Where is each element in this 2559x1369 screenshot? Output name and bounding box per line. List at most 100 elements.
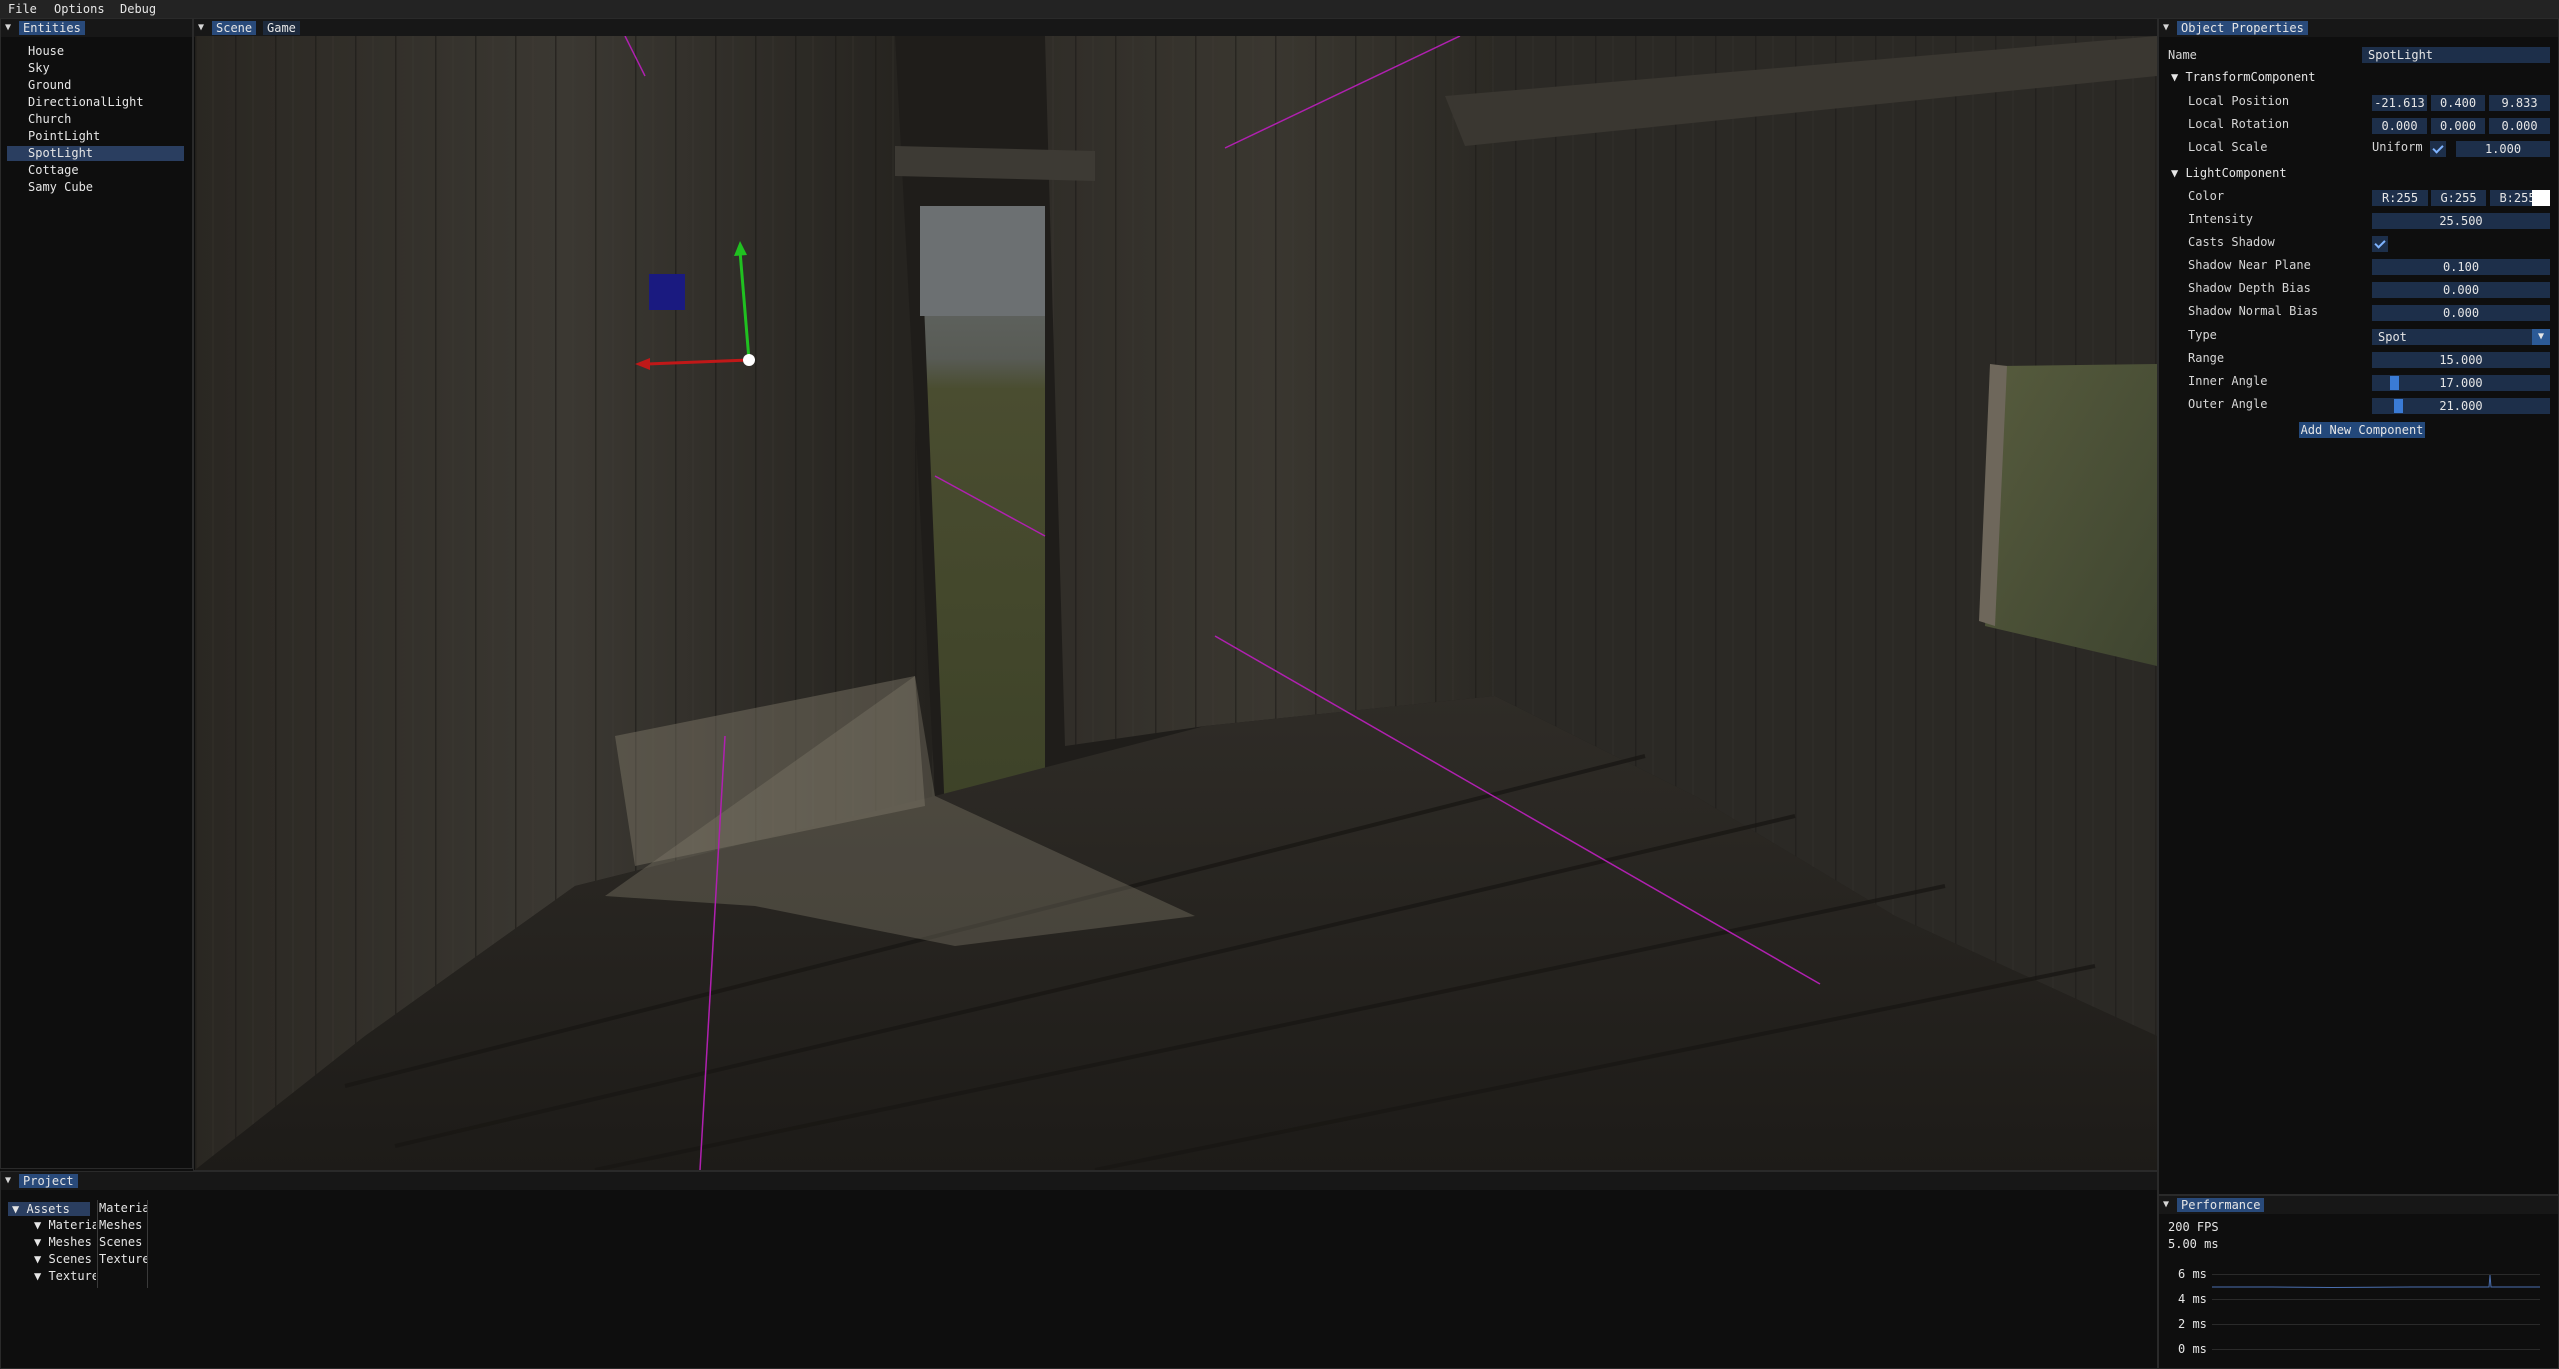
gizmo-z-handle[interactable] <box>649 274 685 310</box>
tab-scene[interactable]: Scene <box>212 21 257 35</box>
inner-angle-slider-grab[interactable] <box>2390 376 2399 390</box>
range-field[interactable]: 15.000 <box>2372 352 2550 368</box>
color-g-field[interactable]: G:255 <box>2431 190 2486 206</box>
uniform-label: Uniform <box>2372 140 2423 154</box>
outer-angle-value: 21.000 <box>2439 399 2483 413</box>
tree-meshes-label: Meshes <box>48 1235 92 1249</box>
shadow-near-plane-label: Shadow Near Plane <box>2188 258 2311 272</box>
scene-render[interactable] <box>195 36 2157 1170</box>
local-scale-field[interactable]: 1.000 <box>2456 141 2550 157</box>
intensity-field[interactable]: 25.500 <box>2372 213 2550 229</box>
tree-textures-label: Texture <box>48 1269 96 1283</box>
menu-bar: File Options Debug <box>0 0 2559 18</box>
entity-sky[interactable]: Sky <box>28 61 50 75</box>
shadow-normal-bias-label: Shadow Normal Bias <box>2188 304 2319 318</box>
local-scale-label: Local Scale <box>2188 140 2268 154</box>
color-r-field[interactable]: R:255 <box>2372 190 2428 206</box>
transform-component-header[interactable]: ▼ TransformComponent <box>2171 70 2316 84</box>
entities-tab[interactable]: Entities <box>19 21 85 35</box>
gizmo-origin[interactable] <box>743 354 755 366</box>
shadow-near-plane-field[interactable]: 0.100 <box>2372 259 2550 275</box>
entity-church[interactable]: Church <box>28 112 71 126</box>
outer-angle-label: Outer Angle <box>2188 397 2268 411</box>
graph-label-0ms: 0 ms <box>2178 1342 2207 1356</box>
inner-angle-value: 17.000 <box>2439 376 2483 390</box>
tree-assets[interactable]: ▼ Assets <box>12 1202 70 1216</box>
inner-angle-slider[interactable]: 17.000 <box>2372 375 2550 391</box>
tree-meshes[interactable]: ▼ Meshes <box>34 1235 92 1249</box>
properties-titlebar: ▼ Object Properties <box>2159 19 2558 37</box>
range-label: Range <box>2188 351 2225 365</box>
scene-titlebar: ▼ Scene Game <box>194 19 2157 37</box>
folder-textures[interactable]: Texture <box>99 1252 147 1266</box>
scene-viewport[interactable] <box>195 36 2157 1170</box>
chevron-down-icon[interactable]: ▼ <box>2532 329 2550 345</box>
project-splitter[interactable] <box>97 1200 98 1288</box>
type-value: Spot <box>2378 330 2407 344</box>
local-position-x-field[interactable]: -21.613 <box>2372 95 2427 111</box>
light-component-header[interactable]: ▼ LightComponent <box>2171 166 2287 180</box>
graph-gridline <box>2212 1299 2540 1300</box>
tree-textures[interactable]: ▼ Texture <box>34 1269 96 1283</box>
entity-directional-light[interactable]: DirectionalLight <box>28 95 144 109</box>
outer-angle-slider-grab[interactable] <box>2394 399 2403 413</box>
shadow-depth-bias-label: Shadow Depth Bias <box>2188 281 2311 295</box>
project-titlebar: ▼ Project <box>1 1172 2157 1190</box>
light-header-label: LightComponent <box>2185 166 2287 180</box>
fps-readout: 200 FPS <box>2168 1220 2219 1234</box>
transform-header-label: TransformComponent <box>2185 70 2316 84</box>
project-contents: Materia Meshes Scenes Texture <box>99 1200 147 1288</box>
tree-scenes[interactable]: ▼ Scenes <box>34 1252 92 1266</box>
shadow-depth-bias-field[interactable]: 0.000 <box>2372 282 2550 298</box>
folder-meshes[interactable]: Meshes <box>99 1218 142 1232</box>
entity-ground[interactable]: Ground <box>28 78 71 92</box>
local-rotation-label: Local Rotation <box>2188 117 2290 131</box>
graph-gridline <box>2212 1324 2540 1325</box>
shadow-normal-bias-field[interactable]: 0.000 <box>2372 305 2550 321</box>
menu-file[interactable]: File <box>8 2 37 16</box>
frame-time-readout: 5.00 ms <box>2168 1237 2219 1251</box>
menu-options[interactable]: Options <box>54 2 105 16</box>
type-label: Type <box>2188 328 2217 342</box>
add-new-component-button[interactable]: Add New Component <box>2299 422 2425 438</box>
collapse-icon[interactable]: ▼ <box>2163 22 2173 34</box>
local-rotation-z-field[interactable]: 0.000 <box>2489 118 2550 134</box>
entity-samy-cube[interactable]: Samy Cube <box>28 180 93 194</box>
folder-materials[interactable]: Materia <box>99 1201 147 1215</box>
project-panel: ▼ Project <box>0 1171 2158 1369</box>
entity-cottage[interactable]: Cottage <box>28 163 79 177</box>
outer-angle-slider[interactable]: 21.000 <box>2372 398 2550 414</box>
performance-tab[interactable]: Performance <box>2177 1198 2265 1212</box>
project-tab[interactable]: Project <box>19 1174 78 1188</box>
entity-house[interactable]: House <box>28 44 64 58</box>
local-position-label: Local Position <box>2188 94 2290 108</box>
collapse-icon[interactable]: ▼ <box>2163 1199 2173 1211</box>
graph-label-4ms: 4 ms <box>2178 1292 2207 1306</box>
properties-tab[interactable]: Object Properties <box>2177 21 2308 35</box>
local-position-y-field[interactable]: 0.400 <box>2431 95 2485 111</box>
local-position-z-field[interactable]: 9.833 <box>2489 95 2550 111</box>
graph-label-2ms: 2 ms <box>2178 1317 2207 1331</box>
intensity-label: Intensity <box>2188 212 2254 226</box>
collapse-icon[interactable]: ▼ <box>5 22 15 34</box>
tree-materials[interactable]: ▼ Materia <box>34 1218 96 1232</box>
folder-scenes[interactable]: Scenes <box>99 1235 142 1249</box>
local-rotation-y-field[interactable]: 0.000 <box>2431 118 2485 134</box>
casts-shadow-checkbox[interactable] <box>2372 236 2388 252</box>
tab-game[interactable]: Game <box>263 21 300 35</box>
tree-assets-label: Assets <box>26 1202 70 1216</box>
local-rotation-x-field[interactable]: 0.000 <box>2372 118 2427 134</box>
entity-point-light[interactable]: PointLight <box>28 129 100 143</box>
project-tree-children: ▼ Materia ▼ Meshes ▼ Scenes ▼ Texture <box>30 1218 96 1288</box>
entity-spot-light[interactable]: SpotLight <box>28 146 93 160</box>
collapse-icon[interactable]: ▼ <box>5 1175 15 1187</box>
tree-materials-label: Materia <box>48 1218 96 1232</box>
color-label: Color <box>2188 189 2225 203</box>
menu-debug[interactable]: Debug <box>120 2 156 16</box>
type-select[interactable]: Spot ▼ <box>2372 329 2550 345</box>
color-swatch[interactable] <box>2532 190 2550 206</box>
tree-scenes-label: Scenes <box>48 1252 92 1266</box>
name-field[interactable]: SpotLight <box>2362 47 2550 63</box>
uniform-checkbox[interactable] <box>2430 141 2446 157</box>
collapse-icon[interactable]: ▼ <box>198 22 208 34</box>
